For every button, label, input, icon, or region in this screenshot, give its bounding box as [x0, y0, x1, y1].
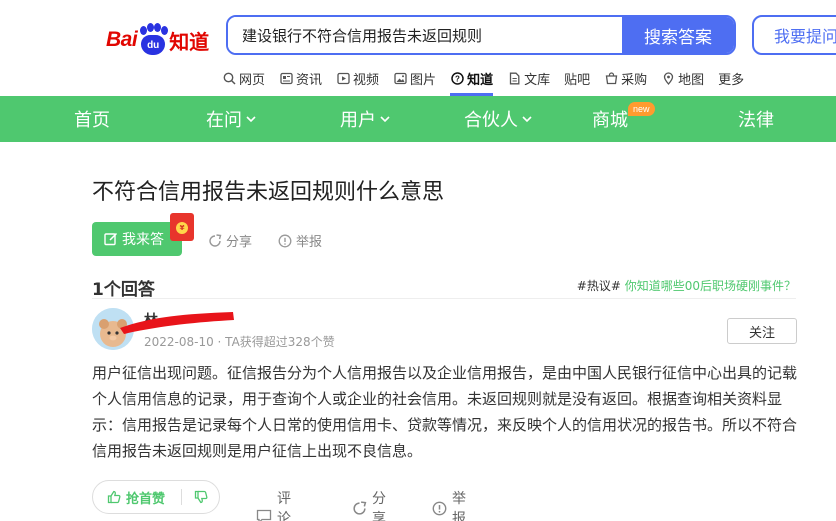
warning-icon	[432, 501, 447, 516]
logo-zhidao: 知道	[169, 29, 210, 54]
tab-mall[interactable]: 商城	[592, 96, 628, 142]
hot-topic-text: 你知道哪些00后职场硬刚事件？	[624, 279, 796, 293]
like-button[interactable]: 抢首赞	[93, 488, 181, 507]
search-box: 搜索答案	[226, 15, 736, 55]
news-icon	[279, 71, 293, 85]
answers-count: 1个回答	[92, 280, 155, 300]
nav-item-zhidao[interactable]: ? 知道	[450, 64, 494, 96]
redaction-mark	[120, 312, 234, 334]
nav-item-tieba[interactable]: 贴吧	[564, 64, 590, 92]
report-label: 举报	[452, 491, 466, 521]
report-label: 举报	[296, 235, 323, 250]
divider	[92, 298, 796, 299]
tab-label: 用户	[340, 110, 376, 131]
chevron-down-icon	[246, 115, 256, 123]
search-category-nav: 网页 资讯 视频 图片 ? 知道 文库 贴吧 采购 地图 更多	[222, 64, 758, 96]
new-badge: new	[628, 102, 655, 116]
nav-item-label: 文库	[524, 72, 551, 88]
tab-users[interactable]: 用户	[340, 96, 390, 142]
logo-du: du	[141, 35, 166, 55]
answer-meta: 2022-08-10 · TA获得超过328个赞	[144, 335, 335, 349]
hot-topic-link[interactable]: #热议# 你知道哪些00后职场硬刚事件？	[577, 277, 796, 294]
search-button[interactable]: 搜索答案	[622, 17, 734, 53]
doc-icon	[507, 71, 521, 85]
search-input[interactable]	[228, 17, 622, 53]
nav-item-image[interactable]: 图片	[393, 64, 436, 92]
comment-button[interactable]: 评论(1)	[256, 488, 297, 521]
tab-home[interactable]: 首页	[74, 96, 110, 142]
baidu-zhidao-logo[interactable]: Bai du 知道	[106, 20, 209, 60]
comment-icon	[256, 509, 272, 521]
nav-item-label: 网页	[239, 72, 266, 88]
tab-partner[interactable]: 合伙人	[464, 96, 532, 142]
red-packet-icon[interactable]: ¥	[170, 213, 194, 241]
nav-item-label: 更多	[718, 72, 745, 88]
nav-item-label: 知道	[467, 72, 494, 88]
ask-question-button[interactable]: 我要提问	[752, 15, 836, 55]
nav-item-news[interactable]: 资讯	[279, 64, 322, 92]
warning-icon	[278, 234, 292, 248]
share-label: 分享	[226, 235, 253, 250]
nav-item-label: 资讯	[296, 72, 323, 88]
tab-label: 法律	[738, 110, 774, 131]
tab-asking[interactable]: 在问	[206, 96, 256, 142]
nav-item-label: 地图	[678, 72, 705, 88]
nav-item-caigou[interactable]: 采购	[604, 64, 647, 92]
nav-item-label: 贴吧	[564, 72, 591, 88]
nav-item-label: 视频	[353, 72, 380, 88]
nav-item-web[interactable]: 网页	[222, 64, 265, 92]
nav-item-map[interactable]: 地图	[661, 64, 704, 92]
search-icon	[222, 71, 236, 85]
edit-icon	[104, 232, 118, 246]
header: Bai du 知道 搜索答案 我要提问 网页 资讯 视频 图片	[0, 0, 836, 96]
nav-item-label: 采购	[621, 72, 648, 88]
question-icon: ?	[450, 71, 464, 85]
tab-law[interactable]: 法律	[738, 96, 774, 142]
nav-item-more[interactable]: 更多	[718, 64, 744, 92]
nav-item-wenku[interactable]: 文库	[507, 64, 550, 92]
share-answer-button[interactable]: 分享	[352, 488, 386, 521]
hot-topic-tag: #热议#	[576, 279, 621, 293]
follow-button[interactable]: 关注	[727, 318, 797, 344]
nav-item-video[interactable]: 视频	[336, 64, 379, 92]
tab-label: 合伙人	[464, 110, 518, 131]
zhidao-main-nav: 首页 在问 用户 合伙人 商城 new 法律	[0, 96, 836, 142]
video-icon	[336, 71, 350, 85]
like-label: 抢首赞	[126, 491, 166, 507]
share-label: 分享	[372, 491, 386, 521]
answer-button[interactable]: 我来答	[92, 222, 182, 256]
nav-item-label: 图片	[410, 72, 437, 88]
paw-icon: du	[138, 23, 169, 57]
question-title: 不符合信用报告未返回规则什么意思	[92, 180, 445, 205]
thumbs-up-icon	[107, 490, 121, 504]
thumbs-down-icon	[194, 490, 208, 504]
share-icon	[208, 233, 222, 248]
answer-button-label: 我来答	[122, 232, 164, 248]
report-answer-button[interactable]: 举报	[432, 488, 466, 521]
map-icon	[661, 71, 675, 85]
image-icon	[393, 71, 407, 85]
logo-bai: Bai	[106, 28, 138, 51]
chevron-down-icon	[380, 115, 390, 123]
tab-label: 在问	[206, 110, 242, 131]
comment-label: 评论(1)	[277, 491, 291, 521]
share-icon	[352, 500, 367, 516]
chevron-down-icon	[522, 115, 532, 123]
share-question-button[interactable]: 分享	[208, 231, 252, 250]
vote-group: 抢首赞	[92, 480, 220, 514]
tab-label: 商城	[592, 110, 628, 131]
dislike-button[interactable]	[182, 490, 219, 504]
svg-text:?: ?	[455, 74, 460, 83]
cart-icon	[604, 71, 618, 85]
answer-body: 用户征信出现问题。征信报告分为个人信用报告以及企业信用报告，是由中国人民银行征信…	[92, 364, 798, 460]
report-question-button[interactable]: 举报	[278, 231, 322, 250]
tab-label: 首页	[74, 110, 110, 131]
